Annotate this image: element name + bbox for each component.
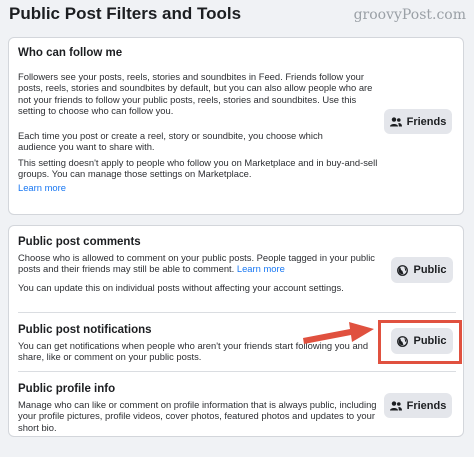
public-post-comments-button-label: Public xyxy=(413,264,447,276)
public-post-comments-note: You can update this on individual posts … xyxy=(18,282,344,293)
public-post-comments-learn-more-link[interactable]: Learn more xyxy=(237,263,285,274)
who-can-follow-button[interactable]: Friends xyxy=(384,109,452,134)
public-profile-info-description: Manage who can like or comment on profil… xyxy=(18,399,377,433)
public-post-comments-button[interactable]: Public xyxy=(391,257,453,283)
annotation-highlight-box xyxy=(378,320,462,364)
who-can-follow-learn-more-link[interactable]: Learn more xyxy=(18,182,66,193)
globe-icon xyxy=(397,264,409,276)
section-divider xyxy=(18,371,456,372)
section-divider xyxy=(18,312,456,313)
who-can-follow-title: Who can follow me xyxy=(18,47,123,59)
who-can-follow-audience-note: Each time you post or create a reel, sto… xyxy=(18,130,323,153)
who-can-follow-button-label: Friends xyxy=(406,115,447,128)
public-post-notifications-description: You can get notifications when people wh… xyxy=(18,340,369,363)
page-title: Public Post Filters and Tools xyxy=(9,4,242,23)
public-post-comments-description: Choose who is allowed to comment on your… xyxy=(18,252,380,275)
who-can-follow-card: Who can follow me Followers see your pos… xyxy=(8,37,464,215)
friends-icon xyxy=(389,116,402,126)
who-can-follow-marketplace-note: This setting doesn't apply to people who… xyxy=(18,157,378,180)
who-can-follow-description: Followers see your posts, reels, stories… xyxy=(18,71,373,117)
public-post-comments-title: Public post comments xyxy=(18,236,141,248)
public-post-notifications-title: Public post notifications xyxy=(18,324,152,336)
public-post-comments-text: Choose who is allowed to comment on your… xyxy=(18,252,375,275)
public-profile-info-title: Public profile info xyxy=(18,383,116,395)
watermark: groovyPost.com xyxy=(353,7,466,23)
public-profile-info-button[interactable]: Friends xyxy=(384,393,452,418)
friends-icon xyxy=(389,400,402,410)
public-profile-info-button-label: Friends xyxy=(406,399,447,412)
